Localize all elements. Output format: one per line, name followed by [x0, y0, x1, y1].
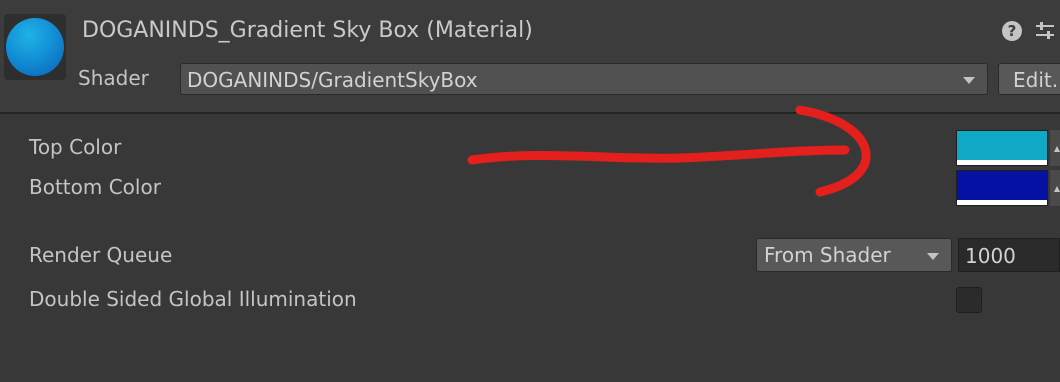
- render-queue-value: 1000: [965, 244, 1016, 268]
- edit-shader-button[interactable]: Edit...: [998, 63, 1060, 95]
- shader-value: DOGANINDS/GradientSkyBox: [187, 68, 478, 92]
- top-color-fill: [957, 131, 1047, 160]
- material-sphere: [6, 18, 64, 76]
- render-queue-value-field[interactable]: 1000: [958, 238, 1060, 272]
- double-sided-gi-checkbox[interactable]: [956, 287, 982, 313]
- shader-label: Shader: [78, 66, 149, 90]
- shader-dropdown[interactable]: DOGANINDS/GradientSkyBox: [180, 63, 988, 95]
- eyedropper-icon: [1054, 146, 1060, 152]
- render-queue-mode: From Shader: [764, 243, 891, 267]
- bottom-color-alpha-bar: [957, 200, 1047, 205]
- edit-button-label: Edit...: [1013, 68, 1060, 92]
- bottom-color-fill: [957, 171, 1047, 200]
- arrow-head: [795, 105, 871, 197]
- eyedropper-icon: [1054, 186, 1060, 192]
- render-queue-mode-dropdown[interactable]: From Shader: [756, 238, 952, 272]
- arrow-shaft: [467, 145, 850, 165]
- top-color-label: Top Color: [29, 135, 122, 159]
- top-color-swatch[interactable]: [956, 130, 1048, 166]
- chevron-down-icon: [963, 77, 975, 84]
- material-header: DOGANINDS_Gradient Sky Box (Material) ? …: [0, 0, 1060, 114]
- bottom-color-swatch[interactable]: [956, 170, 1048, 206]
- bottom-color-label: Bottom Color: [29, 175, 161, 199]
- material-preview-icon: [4, 14, 66, 80]
- top-color-alpha-bar: [957, 160, 1047, 165]
- material-title: DOGANINDS_Gradient Sky Box (Material): [82, 18, 533, 43]
- help-icon[interactable]: ?: [1002, 21, 1022, 41]
- settings-icon[interactable]: [1034, 20, 1056, 42]
- top-color-hdr-toggle[interactable]: [1050, 130, 1060, 166]
- bottom-color-hdr-toggle[interactable]: [1050, 170, 1060, 206]
- render-queue-label: Render Queue: [29, 243, 173, 267]
- double-sided-gi-label: Double Sided Global Illumination: [29, 287, 357, 311]
- chevron-down-icon: [927, 253, 939, 260]
